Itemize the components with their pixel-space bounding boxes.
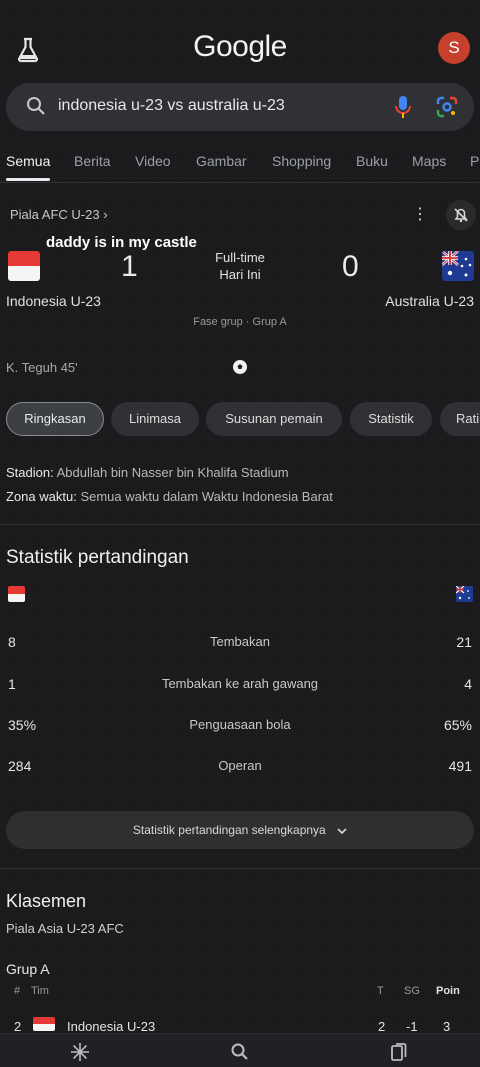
active-tab-indicator	[6, 178, 50, 181]
away-team-name[interactable]: Australia U-23	[385, 293, 474, 309]
stats-title: Statistik pertandingan	[6, 547, 189, 568]
row-rank: 2	[14, 1019, 22, 1034]
more-stats-button[interactable]: Statistik pertandingan selengkapnya	[6, 811, 474, 849]
stat-label: Penguasaan bola	[189, 717, 291, 732]
search-icon	[26, 96, 46, 121]
stat-home-value: 8	[8, 634, 16, 650]
tab-more[interactable]: P	[470, 153, 479, 169]
tab-buku[interactable]: Buku	[356, 153, 388, 169]
bottom-navigation	[0, 1033, 480, 1067]
section-divider	[0, 524, 480, 525]
timezone-label: Zona waktu:	[6, 489, 77, 504]
tab-maps[interactable]: Maps	[412, 153, 446, 169]
match-date: Hari Ini	[219, 267, 261, 282]
match-stage: Fase grup · Grup A	[193, 316, 287, 328]
search-tabs: Semua Berita Video Gambar Shopping Buku …	[0, 150, 480, 180]
stadium-info: Stadion: Abdullah bin Nasser bin Khalifa…	[6, 465, 289, 480]
soccer-ball-icon	[232, 359, 248, 380]
indonesia-flag-icon	[33, 1017, 55, 1031]
stat-away-value: 65%	[443, 717, 472, 733]
stat-home-value: 35%	[8, 717, 37, 733]
tab-shopping[interactable]: Shopping	[272, 153, 331, 169]
voice-search-icon[interactable]	[394, 95, 412, 124]
stat-away-value: 491	[448, 758, 472, 774]
more-options-icon[interactable]: ⋮	[412, 206, 428, 226]
stat-away-value: 21	[456, 634, 472, 650]
search-input[interactable]: indonesia u-23 vs australia u-23	[58, 97, 285, 115]
group-label: Grup A	[6, 961, 50, 977]
away-score: 0	[342, 250, 359, 283]
stadium-value: Abdullah bin Nasser bin Khalifa Stadium	[56, 465, 289, 480]
goal-scorer: K. Teguh 45'	[6, 360, 78, 375]
more-stats-label: Statistik pertandingan selengkapnya	[132, 823, 326, 837]
col-goal-diff: SG	[404, 985, 420, 997]
chip-linimasa[interactable]: Linimasa	[111, 402, 199, 436]
tab-semua[interactable]: Semua	[6, 153, 50, 169]
row-played: 2	[378, 1019, 386, 1034]
search-box[interactable]: indonesia u-23 vs australia u-23	[6, 83, 474, 131]
col-rank: #	[14, 985, 21, 997]
row-points: 3	[443, 1019, 451, 1034]
search-nav-icon[interactable]	[230, 1042, 250, 1067]
indonesia-flag-icon	[8, 586, 25, 602]
account-avatar[interactable]: S	[438, 32, 470, 64]
chip-susunan-pemain[interactable]: Susunan pemain	[206, 402, 342, 436]
stat-label: Tembakan	[210, 634, 270, 649]
standings-subtitle: Piala Asia U-23 AFC	[6, 921, 124, 936]
indonesia-flag-icon	[8, 251, 40, 281]
stat-row-passes: 284 Operan 491	[0, 758, 480, 778]
chevron-down-icon	[337, 812, 347, 850]
stadium-label: Stadion:	[6, 465, 54, 480]
tab-gambar[interactable]: Gambar	[196, 153, 247, 169]
col-team: Tim	[31, 985, 49, 997]
chip-statistik[interactable]: Statistik	[350, 402, 432, 436]
stat-row-shots: 8 Tembakan 21	[0, 634, 480, 654]
discover-sparkle-icon[interactable]	[70, 1042, 90, 1067]
row-team[interactable]: Indonesia U-23	[67, 1019, 155, 1034]
competition-link[interactable]: Piala AFC U-23 ›	[10, 207, 108, 222]
story-overlay-text: daddy is in my castle	[46, 234, 197, 251]
home-score: 1	[121, 250, 138, 283]
australia-flag-icon	[455, 585, 473, 602]
timezone-value: Semua waktu dalam Waktu Indonesia Barat	[80, 489, 333, 504]
timezone-info: Zona waktu: Semua waktu dalam Waktu Indo…	[6, 489, 333, 504]
stat-away-value: 4	[464, 676, 472, 692]
stat-row-possession: 35% Penguasaan bola 65%	[0, 717, 480, 737]
stat-label: Operan	[218, 758, 262, 773]
chip-ringkasan[interactable]: Ringkasan	[6, 402, 104, 436]
tab-berita[interactable]: Berita	[74, 153, 111, 169]
row-goal-diff: -1	[406, 1019, 418, 1034]
match-status: Full-time	[215, 250, 265, 265]
stat-home-value: 1	[8, 676, 16, 692]
stat-home-value: 284	[8, 758, 32, 774]
col-points: Poin	[436, 985, 460, 997]
standings-title: Klasemen	[6, 891, 87, 911]
home-team-name[interactable]: Indonesia U-23	[6, 293, 101, 309]
australia-flag-icon	[442, 251, 474, 281]
saved-collections-icon[interactable]	[390, 1042, 408, 1067]
stat-row-shots-on-target: 1 Tembakan ke arah gawang 4	[0, 676, 480, 696]
google-logo[interactable]: Google	[0, 30, 480, 64]
tab-video[interactable]: Video	[135, 153, 171, 169]
notification-bell-icon[interactable]	[446, 200, 476, 230]
tabs-divider	[0, 182, 480, 183]
col-played: T	[377, 985, 384, 997]
stat-label: Tembakan ke arah gawang	[161, 676, 319, 691]
chip-rating[interactable]: Rati	[440, 402, 480, 436]
google-lens-icon[interactable]	[436, 96, 458, 123]
section-divider	[0, 868, 480, 869]
